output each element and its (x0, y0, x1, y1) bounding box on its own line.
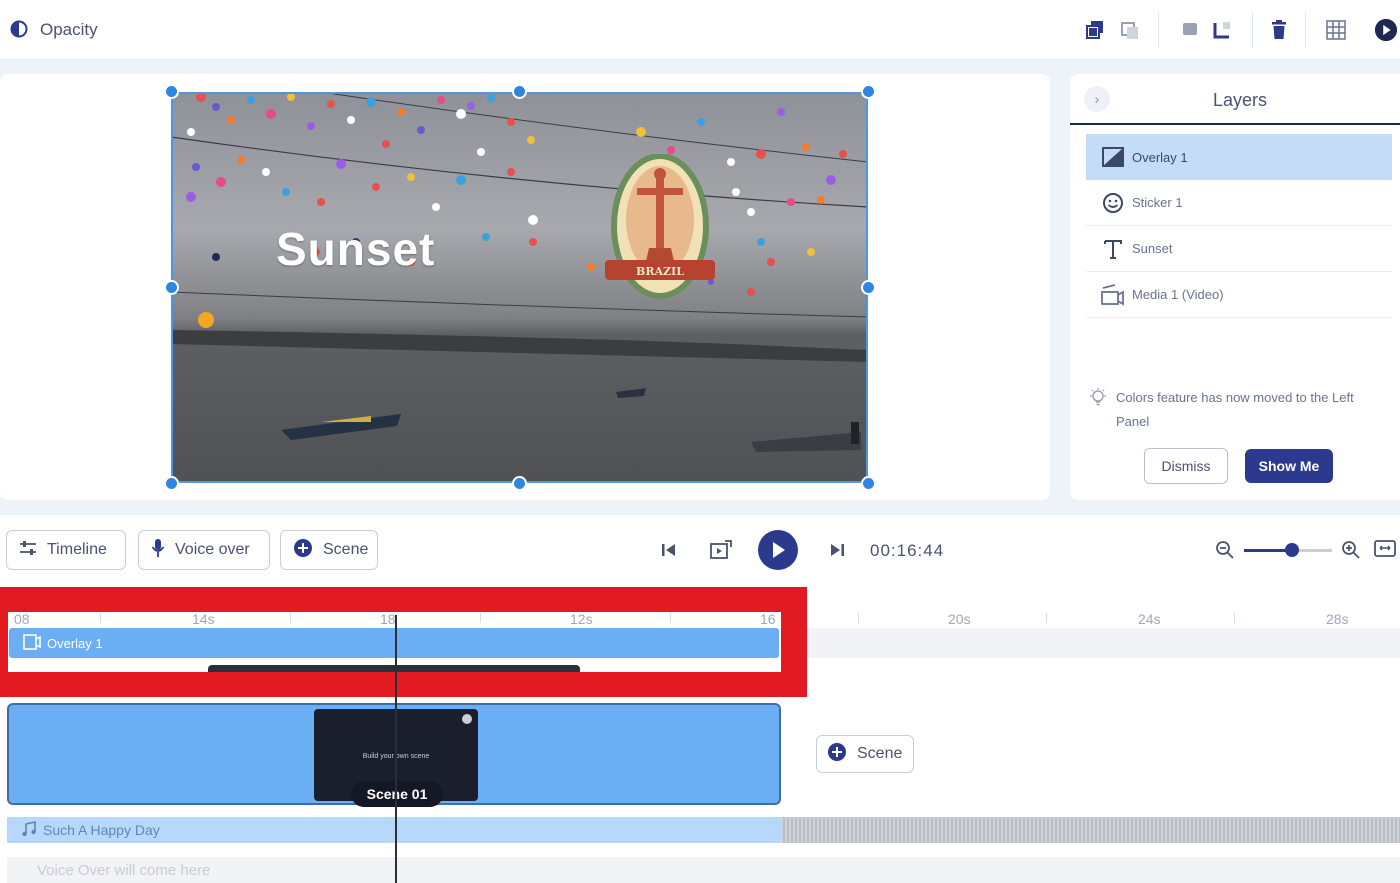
zoom-slider-knob[interactable] (1285, 543, 1300, 557)
zoom-out-icon[interactable] (1212, 537, 1238, 563)
ruler-minor-tick (858, 613, 859, 623)
skip-back-icon[interactable] (656, 537, 682, 563)
ruler-tick: 24s (1138, 611, 1161, 627)
play-icon (773, 542, 785, 558)
layers-tab-indicator (1070, 123, 1400, 125)
resize-handle-right[interactable] (861, 280, 876, 295)
playback-controls: Timeline Voice over Scene 00:16:44 (0, 515, 1400, 587)
add-scene-timeline-button[interactable]: Scene (816, 735, 914, 773)
toolbar-divider (1158, 12, 1159, 48)
voice-over-placeholder: Voice Over will come here (37, 861, 211, 879)
plus-circle-icon (827, 742, 847, 767)
show-me-button[interactable]: Show Me (1245, 449, 1333, 483)
audio-track-clip[interactable]: Such A Happy Day (7, 817, 781, 843)
layer-item-video[interactable]: Media 1 (Video) (1086, 272, 1392, 318)
resize-handle-left[interactable] (164, 280, 179, 295)
overlay-icon (1100, 144, 1126, 170)
resize-handle-top[interactable] (512, 84, 527, 99)
ruler-minor-tick (1234, 613, 1235, 623)
ruler-tick: 20s (948, 611, 971, 627)
ruler-minor-tick (1046, 613, 1047, 623)
timeline-panel: 08 14s 18 12s 16 20s 24s 28s Overlay 1 B… (0, 587, 1400, 883)
voice-over-button[interactable]: Voice over (138, 530, 270, 570)
opacity-icon[interactable] (10, 20, 28, 38)
delete-icon[interactable] (1267, 18, 1291, 42)
grid-icon[interactable] (1324, 18, 1348, 42)
smiley-icon (1100, 190, 1126, 216)
resize-handle-top-left[interactable] (164, 84, 179, 99)
selection-frame (171, 92, 868, 483)
skip-forward-icon[interactable] (824, 537, 850, 563)
voice-over-label: Voice over (175, 541, 250, 558)
plus-circle-icon (293, 538, 313, 563)
microphone-icon (151, 538, 165, 563)
music-note-icon (21, 820, 37, 840)
playhead[interactable] (395, 615, 397, 883)
fit-timeline-icon[interactable] (1372, 536, 1398, 562)
zoom-in-icon[interactable] (1338, 537, 1364, 563)
timeline-label: Timeline (47, 541, 107, 558)
overlay-track-empty (806, 628, 1400, 658)
add-scene-label: Scene (857, 745, 903, 762)
crop-icon[interactable] (1210, 18, 1234, 42)
scene-track-clip[interactable]: Build your own scene Scene 01 (7, 703, 781, 807)
bring-forward-icon[interactable] (1083, 18, 1107, 42)
layer-item-text[interactable]: Sunset (1086, 226, 1392, 272)
audio-waveform (781, 817, 1400, 843)
layers-title: Layers (1212, 90, 1268, 110)
layer-label: Sticker 1 (1132, 195, 1183, 210)
play-button[interactable] (758, 530, 798, 570)
layer-label: Overlay 1 (1132, 149, 1188, 165)
resize-handle-bottom[interactable] (512, 476, 527, 491)
scene-label: Scene (323, 541, 369, 558)
tip-message: Colors feature has now moved to the Left… (1116, 390, 1354, 429)
video-icon (1100, 282, 1126, 308)
timeline-button[interactable]: Timeline (6, 530, 126, 570)
zoom-slider[interactable] (1244, 543, 1332, 557)
layer-item-overlay[interactable]: Overlay 1 (1086, 134, 1392, 180)
playback-time: 00:16:44 (870, 541, 945, 560)
toolbar-divider (1252, 12, 1253, 48)
timeline-icon (19, 540, 37, 561)
resize-handle-bottom-left[interactable] (164, 476, 179, 491)
text-icon (1100, 236, 1126, 262)
layer-label: Media 1 (Video) (1132, 287, 1224, 302)
opacity-label[interactable]: Opacity (40, 20, 98, 40)
voice-over-track[interactable]: Voice Over will come here (7, 857, 1400, 883)
loop-preview-icon[interactable] (708, 537, 734, 563)
layers-panel: › Layers Overlay 1 Sticker 1 Sunset Medi… (1070, 74, 1400, 500)
scene-options-icon[interactable] (462, 714, 472, 724)
top-toolbar: Opacity (0, 0, 1400, 60)
preview-play-icon[interactable] (1374, 18, 1398, 42)
send-backward-icon[interactable] (1118, 18, 1142, 42)
add-scene-button[interactable]: Scene (280, 530, 378, 570)
layer-label: Sunset (1132, 241, 1173, 256)
toolbar-divider (1305, 12, 1306, 48)
tooltip-edge (208, 665, 580, 672)
resize-handle-bottom-right[interactable] (861, 476, 876, 491)
dismiss-button[interactable]: Dismiss (1144, 448, 1228, 484)
highlight-frame (0, 587, 807, 697)
lightbulb-icon (1088, 387, 1108, 407)
resize-handle-top-right[interactable] (861, 84, 876, 99)
ruler-tick: 28s (1326, 611, 1349, 627)
audio-track-label: Such A Happy Day (43, 822, 160, 838)
layer-item-sticker[interactable]: Sticker 1 (1086, 180, 1392, 226)
scene-name-badge[interactable]: Scene 01 (351, 781, 443, 807)
fill-square-icon[interactable] (1178, 18, 1202, 42)
